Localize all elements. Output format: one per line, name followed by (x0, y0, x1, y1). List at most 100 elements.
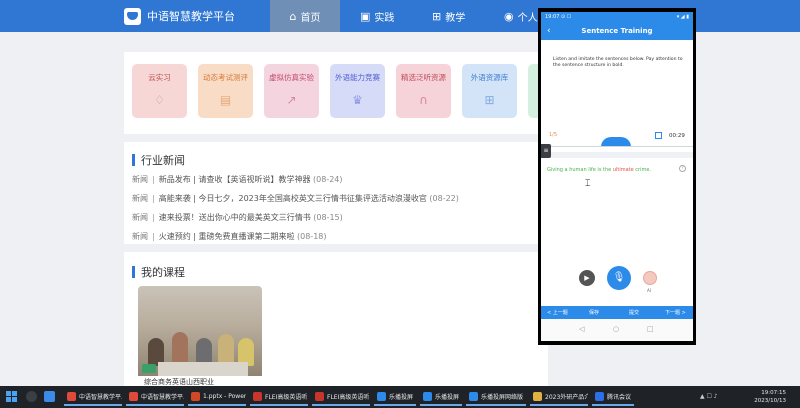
tray-icons[interactable]: ▲ ☐ ♪ (700, 393, 718, 400)
taskbar-app-button[interactable]: 乐播投屏 (374, 388, 416, 406)
news-item[interactable]: 新闻 | 火速预约 | 重磅免费直播课第二期来啦 (08-18) (132, 231, 327, 242)
courses-title: 我的课程 (141, 266, 185, 279)
phone-screen: 19:07 ⊙ ☐ ▾ ◢ ▮ ‹ Sentence Training List… (541, 12, 693, 341)
progress-label: 1/5 (549, 132, 558, 138)
course-badge-icon (142, 364, 156, 373)
taskbar-app-button[interactable]: 腾讯会议 (592, 388, 634, 406)
heading-accent (132, 154, 135, 166)
play-button[interactable]: ▶ (579, 270, 595, 286)
brand-name: 中语智慧教学平台 (147, 10, 235, 23)
phone-mirror-window: 19:07 ⊙ ☐ ▾ ◢ ▮ ‹ Sentence Training List… (538, 8, 696, 345)
back-icon[interactable]: ‹ (547, 22, 551, 40)
clock[interactable]: 19:07:15 2023/10/13 (754, 389, 786, 405)
nav-practice[interactable]: ▣ 实践 (352, 0, 402, 32)
feature-tile-listening[interactable]: 精选泛听资源 ∩ (396, 64, 451, 118)
nav-home[interactable]: ⌂ 首页 (270, 0, 340, 32)
news-date: (08-15) (313, 213, 343, 222)
feature-tile-exam[interactable]: 动态考试测评 ▤ (198, 64, 253, 118)
submit-button[interactable]: 提交 (629, 309, 639, 316)
document-icon: ▤ (219, 93, 232, 107)
heading-accent (132, 266, 135, 278)
feature-tile-competition[interactable]: 外语能力竞赛 ♛ (330, 64, 385, 118)
taskbar-app-button[interactable]: FLEI高级英语听... (312, 388, 370, 406)
timer: 00:29 (669, 133, 685, 139)
feature-label: 虚拟仿真实验 (269, 73, 314, 82)
nav-home-icon[interactable]: ○ (613, 325, 619, 333)
news-heading: 行业新闻 (132, 152, 185, 168)
feature-panel: 云实习 ♢ 动态考试测评 ▤ 虚拟仿真实验 ↗ 外语能力竞赛 ♛ 精选泛听资源 … (124, 52, 548, 134)
nav-teach[interactable]: ⊞ 教学 (424, 0, 473, 32)
news-tag: 新闻 (132, 194, 148, 203)
news-text: 新品发布 | 请查收【英语视听说】教学神器 (158, 175, 311, 184)
taskbar-app-label: 1.pptx - PowerP... (203, 392, 246, 400)
feature-tile-cloud-internship[interactable]: 云实习 ♢ (132, 64, 187, 118)
feature-tile-simulation[interactable]: 虚拟仿真实验 ↗ (264, 64, 319, 118)
microphone-button[interactable]: 🎙 (607, 266, 631, 290)
taskbar-app-button[interactable]: 乐播投屏网络版 (466, 388, 526, 406)
side-panel-handle[interactable]: ≡ (541, 144, 551, 158)
taskbar-app-label: 乐播投屏网络版 (481, 393, 524, 401)
phone-bottom-bar: < 上一题 保存 提交 下一题 > (541, 306, 693, 319)
windows-taskbar: 中语智慧教学平... 中语智慧教学平... 1.pptx - PowerP... FL… (0, 386, 800, 408)
taskbar-app-label: FLEI高级英语听... (265, 393, 308, 401)
home-icon: ⌂ (289, 9, 297, 23)
app-icon (315, 391, 324, 401)
next-button[interactable]: 下一题 > (665, 309, 686, 316)
instruction-text: Listen and imitate the sentences below. … (553, 57, 683, 68)
nav-back-icon[interactable]: ◁ (579, 325, 584, 333)
news-item[interactable]: 新闻 | 高能来袭 | 今日七夕，2023年全国高校英文三行情书征集评选活动浪漫收官… (132, 193, 459, 204)
news-item[interactable]: 新闻 | 新品发布 | 请查收【英语视听说】教学神器 (08-24) (132, 174, 343, 185)
clock-time: 19:07:15 (761, 390, 786, 396)
start-icon[interactable] (6, 391, 17, 402)
taskbar-app-button[interactable]: 1.pptx - PowerP... (188, 388, 246, 406)
taskbar-app-button[interactable]: 中语智慧教学平... (126, 388, 184, 406)
taskbar-app-button[interactable]: 2023外研产品介... (530, 388, 588, 406)
feature-label: 外语资源库 (470, 73, 509, 82)
courses-heading: 我的课程 (132, 264, 185, 280)
chart-icon: ↗ (286, 93, 297, 107)
app-icon (67, 391, 76, 401)
news-date: (08-22) (429, 194, 459, 203)
nav-home-label: 首页 (300, 12, 321, 24)
grid-icon: ⊞ (432, 9, 442, 23)
practice-sentence: Giving a human life is the ultimate crim… (547, 167, 651, 173)
mouse-cursor-icon: ⌶ (585, 179, 591, 189)
search-icon[interactable] (26, 391, 37, 402)
help-icon[interactable]: ? (679, 165, 686, 172)
sentence-part: crime. (633, 167, 652, 173)
nav-recent-icon[interactable]: □ (647, 325, 654, 333)
app-icon (377, 391, 386, 401)
edge-icon[interactable] (44, 391, 55, 402)
avatar[interactable] (643, 271, 657, 285)
screen: { "navbar": { "brand": "中语智慧教学平台", "item… (0, 0, 800, 408)
trophy-icon: ♛ (352, 93, 363, 107)
feature-label: 精选泛听资源 (401, 73, 446, 82)
save-button[interactable]: 保存 (589, 309, 599, 316)
nav-teach-label: 教学 (445, 12, 466, 24)
clock-date: 2023/10/13 (754, 398, 786, 404)
app-icon (191, 391, 200, 401)
course-title: 综合商务英语山西职业 (144, 378, 214, 386)
app-icon (595, 391, 604, 401)
taskbar-app-button[interactable]: 乐播投屏 (420, 388, 462, 406)
brand[interactable]: 中语智慧教学平台 (124, 6, 235, 26)
avatar-label: AI (647, 288, 651, 293)
taskbar-app-label: 中语智慧教学平... (79, 393, 122, 401)
taskbar-app-button[interactable]: 中语智慧教学平... (64, 388, 122, 406)
grid-icon: ⊞ (484, 93, 495, 107)
taskbar-app-label: FLEI高级英语听... (327, 393, 370, 401)
news-item[interactable]: 新闻 | 速来投票！送出你心中的最美英文三行情书 (08-15) (132, 212, 343, 223)
taskbar-app-button[interactable]: FLEI高级英语听... (250, 388, 308, 406)
course-thumbnail (138, 286, 262, 376)
app-icon (533, 391, 542, 401)
course-card[interactable]: 综合商务英语山西职业 (138, 286, 262, 386)
feature-tile-resources[interactable]: 外语资源库 ⊞ (462, 64, 517, 118)
transcript-icon[interactable] (655, 132, 662, 139)
courses-panel: 我的课程 综合商务英语山西职业 (124, 252, 548, 386)
bulb-icon: ♢ (154, 93, 165, 107)
user-icon: ◉ (504, 9, 514, 23)
sentence-part: Giving a human life is the (547, 167, 613, 173)
prev-button[interactable]: < 上一题 (547, 309, 568, 316)
taskbar-app-label: 乐播投屏 (435, 393, 460, 401)
phone-status-bar: 19:07 ⊙ ☐ ▾ ◢ ▮ (541, 12, 693, 22)
